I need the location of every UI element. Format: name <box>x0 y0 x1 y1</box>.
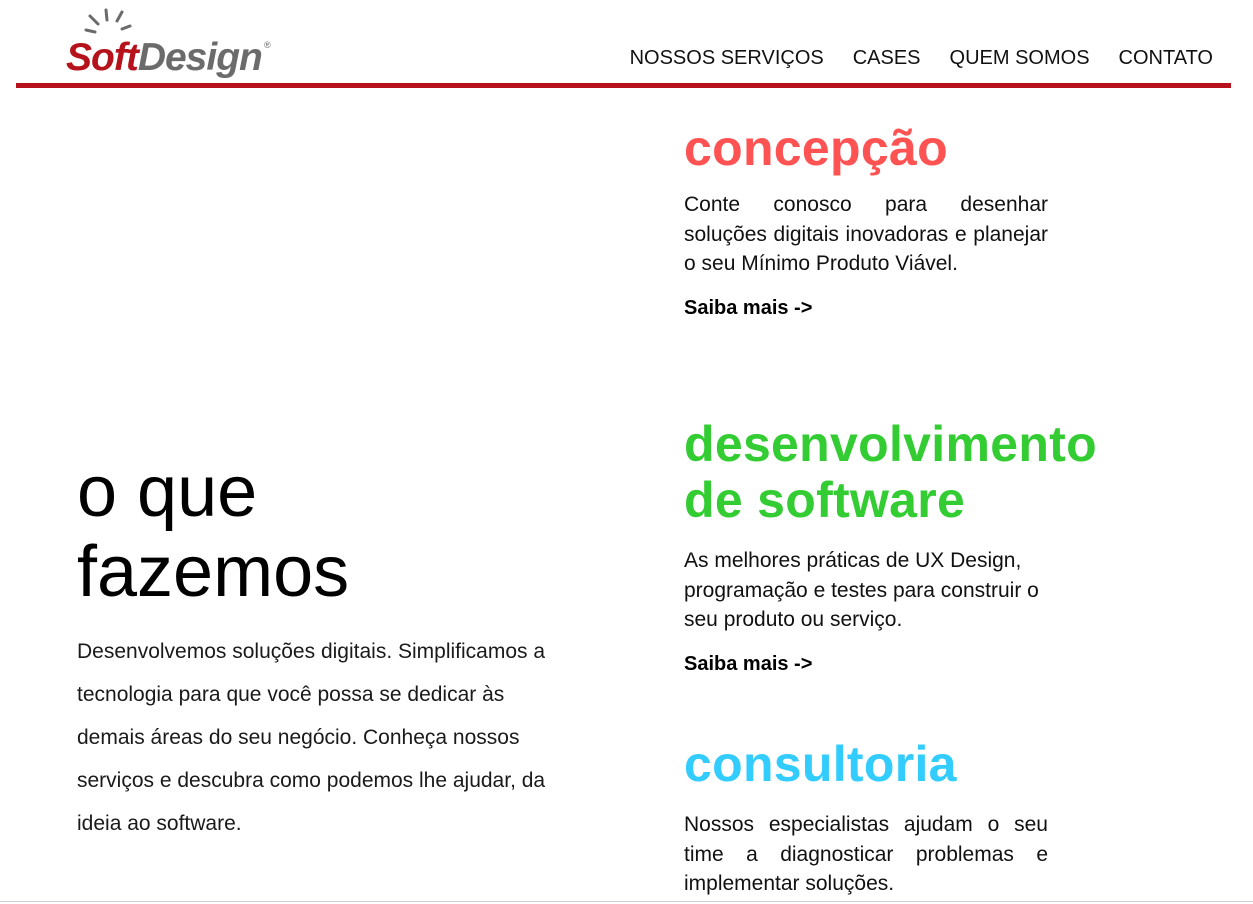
service-title-desenvolvimento-line-2: de software <box>684 472 966 528</box>
service-title-concepcao: concepção <box>684 120 948 176</box>
logo-design-text: Design <box>137 36 263 79</box>
service-desc-concepcao: Conte conosco para desenhar soluções dig… <box>684 193 1048 275</box>
nav-cases[interactable]: CASES <box>853 47 921 70</box>
service-title-desenvolvimento: desenvolvimento de software <box>684 416 1097 528</box>
service-concepcao: concepção Conte conosco para desenhar so… <box>684 120 1048 320</box>
softdesign-logo[interactable]: SoftDesign ® <box>66 8 276 80</box>
service-desc-desenvolvimento: As melhores práticas de UX Design, progr… <box>684 549 1039 631</box>
main-nav: NOSSOS SERVIÇOS CASES QUEM SOMOS CONTATO <box>630 47 1213 70</box>
intro-text: Desenvolvemos soluções digitais. Simplif… <box>77 640 546 835</box>
service-desc-consultoria: Nossos especialistas ajudam o seu time a… <box>684 813 1048 895</box>
service-title-desenvolvimento-line-1: desenvolvimento <box>684 416 1097 472</box>
header-divider <box>16 83 1231 88</box>
site-header: SoftDesign ® NOSSOS SERVIÇOS CASES QUEM … <box>0 0 1253 90</box>
logo-soft-text: Soft <box>66 36 139 79</box>
nav-contato[interactable]: CONTATO <box>1119 47 1213 70</box>
saiba-mais-concepcao-link[interactable]: Saiba mais -> <box>684 297 812 320</box>
service-desenvolvimento: desenvolvimento de software As melhores … <box>684 416 1097 676</box>
viewport-bottom-edge <box>0 901 1253 902</box>
logo-wordmark: SoftDesign <box>66 36 263 79</box>
sun-rays-icon <box>84 8 132 34</box>
registered-mark: ® <box>264 40 271 50</box>
section-heading: o que fazemos <box>77 452 349 612</box>
nav-nossos-servicos[interactable]: NOSSOS SERVIÇOS <box>630 47 824 70</box>
heading-line-2: fazemos <box>77 532 350 612</box>
page: SoftDesign ® NOSSOS SERVIÇOS CASES QUEM … <box>0 0 1253 904</box>
service-title-consultoria: consultoria <box>684 736 957 792</box>
heading-line-1: o que <box>77 452 258 532</box>
saiba-mais-desenvolvimento-link[interactable]: Saiba mais -> <box>684 653 812 676</box>
service-consultoria: consultoria Nossos especialistas ajudam … <box>684 736 1048 899</box>
nav-quem-somos[interactable]: QUEM SOMOS <box>950 47 1090 70</box>
